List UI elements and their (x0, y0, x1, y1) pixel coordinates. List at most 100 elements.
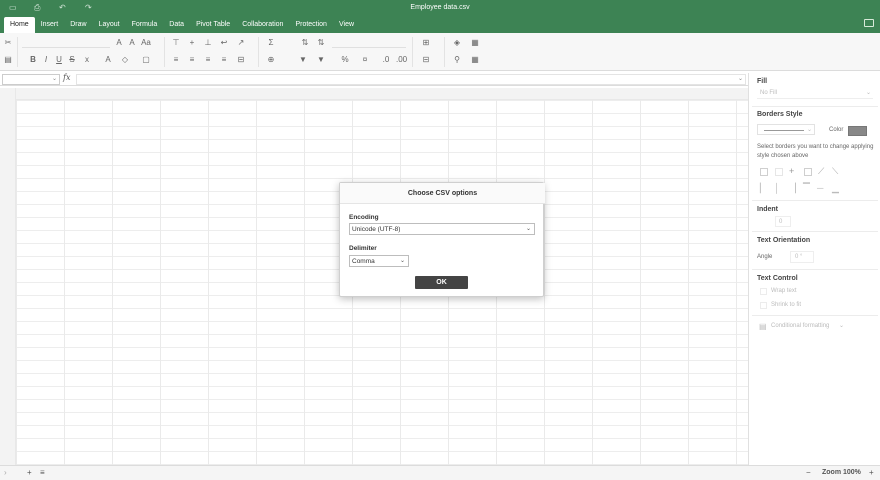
divider (752, 269, 878, 270)
decrease-decimal-icon[interactable]: .0 (381, 55, 391, 65)
expand-formula-icon[interactable]: ⌄ (738, 75, 743, 82)
toggle-sidebar-icon[interactable] (864, 19, 874, 27)
conditional-formatting-button[interactable]: ▤ Conditional formatting ⌄ (757, 321, 857, 332)
clear-icon[interactable]: ◈ (452, 38, 462, 48)
align-center-icon[interactable]: ≡ (187, 55, 197, 65)
function-icon[interactable]: fx (63, 73, 70, 82)
borders-icon[interactable]: ▢ (141, 55, 151, 65)
tab-formula[interactable]: Formula (126, 17, 164, 33)
format-painter-icon[interactable]: ⚲ (452, 55, 462, 65)
dialog-title: Choose CSV options (340, 183, 545, 204)
border-bottom-icon[interactable]: ▁ (832, 183, 839, 194)
borders-hint: Select borders you want to change applyi… (757, 144, 874, 159)
sort-descending-icon[interactable]: ⇅ (316, 38, 326, 48)
align-right-icon[interactable]: ≡ (203, 55, 213, 65)
tab-layout[interactable]: Layout (93, 17, 126, 33)
encoding-select[interactable]: Unicode (UTF-8) ⌄ (349, 223, 535, 235)
percent-icon[interactable]: % (340, 55, 350, 65)
subscript-icon[interactable]: x (82, 55, 92, 65)
sheet-nav-icon[interactable]: › (4, 468, 7, 477)
insert-cells-icon[interactable]: ⊞ (421, 38, 431, 48)
border-top-icon[interactable]: ▔ (803, 183, 810, 194)
align-bottom-icon[interactable]: ⊥ (203, 38, 213, 48)
tab-view[interactable]: View (333, 17, 360, 33)
tab-pivot-table[interactable]: Pivot Table (190, 17, 236, 33)
spreadsheet-app: ▭ ⎙ ↶ ↷ Employee data.csv Home Insert Dr… (0, 0, 880, 480)
insert-function-icon[interactable]: ⊕ (266, 55, 276, 65)
border-outer-icon[interactable] (804, 168, 812, 176)
wrap-text-icon[interactable]: ↩ (219, 38, 229, 48)
underline-icon[interactable]: U (54, 55, 64, 65)
cut-icon[interactable]: ✂ (3, 38, 13, 48)
filter-icon[interactable]: ▼ (298, 55, 308, 65)
border-inner-icon[interactable]: + (789, 166, 794, 176)
border-color-swatch[interactable] (848, 126, 867, 136)
format-table-icon[interactable]: ▦ (470, 38, 480, 48)
toolbar-separator (258, 37, 259, 67)
border-diagonal-down-icon[interactable]: ⟍ (832, 166, 838, 177)
title-bar: ▭ ⎙ ↶ ↷ Employee data.csv (0, 0, 880, 16)
column-headers[interactable] (0, 88, 748, 100)
zoom-in-button[interactable]: + (869, 468, 874, 477)
paste-icon[interactable]: ▤ (3, 55, 13, 65)
delimiter-select[interactable]: Comma ⌄ (349, 255, 409, 267)
indent-title: Indent (757, 206, 778, 213)
align-middle-icon[interactable]: + (187, 38, 197, 48)
wrap-text-checkbox[interactable] (760, 288, 767, 295)
name-box[interactable]: ⌄ (2, 74, 60, 85)
ok-button[interactable]: OK (415, 276, 468, 289)
justify-icon[interactable]: ≡ (219, 55, 229, 65)
tab-protection[interactable]: Protection (289, 17, 333, 33)
border-right-icon[interactable]: ▕ (789, 183, 796, 194)
tab-insert[interactable]: Insert (35, 17, 65, 33)
angle-spinner[interactable]: 0 ° (790, 251, 814, 263)
borders-style-title: Borders Style (757, 111, 803, 118)
chevron-down-icon: ⌄ (399, 258, 405, 264)
tab-collaboration[interactable]: Collaboration (236, 17, 289, 33)
border-diagonal-up-icon[interactable]: ⟋ (818, 166, 824, 177)
increase-decimal-icon[interactable]: .00 (396, 55, 407, 65)
tab-data[interactable]: Data (163, 17, 190, 33)
indent-spinner[interactable]: 0 (775, 216, 791, 227)
named-ranges-icon[interactable]: ▦ (470, 55, 480, 65)
sheet-list-icon[interactable]: ≡ (40, 468, 45, 477)
border-inner-horizontal-icon[interactable]: ─ (817, 183, 823, 193)
tab-draw[interactable]: Draw (64, 17, 92, 33)
delete-cells-icon[interactable]: ⊟ (421, 55, 431, 65)
add-sheet-button[interactable]: + (27, 468, 32, 477)
text-orientation-icon[interactable]: ↗ (236, 38, 246, 48)
align-top-icon[interactable]: ⊤ (171, 38, 181, 48)
tab-home[interactable]: Home (4, 17, 35, 33)
decrease-font-icon[interactable]: A (127, 38, 137, 48)
border-none-icon[interactable] (775, 168, 783, 176)
font-color-icon[interactable]: A (103, 55, 113, 65)
increase-font-icon[interactable]: A (114, 38, 124, 48)
text-case-icon[interactable]: Aa (141, 38, 151, 48)
merge-cells-icon[interactable]: ⊟ (236, 55, 246, 65)
chevron-down-icon[interactable]: ⌄ (52, 75, 57, 82)
bold-icon[interactable]: B (28, 55, 38, 65)
formula-input[interactable]: ⌄ (76, 74, 746, 85)
color-label: Color (829, 127, 844, 133)
sort-ascending-icon[interactable]: ⇅ (300, 38, 310, 48)
border-all-icon[interactable] (760, 168, 768, 176)
clear-filter-icon[interactable]: ▼ (316, 55, 326, 65)
row-headers[interactable] (0, 88, 16, 465)
currency-icon[interactable]: ¤ (360, 55, 370, 65)
sum-icon[interactable]: Σ (266, 38, 276, 48)
wrap-text-label: Wrap text (771, 288, 797, 294)
align-left-icon[interactable]: ≡ (171, 55, 181, 65)
strikethrough-icon[interactable]: S (67, 55, 77, 65)
toolbar-separator (164, 37, 165, 67)
border-line-select[interactable]: ⌄ (757, 124, 815, 135)
fill-select[interactable]: No Fill ⌄ (757, 88, 873, 99)
zoom-out-button[interactable]: − (806, 468, 811, 477)
italic-icon[interactable]: I (41, 55, 51, 65)
fill-color-icon[interactable]: ◇ (120, 55, 130, 65)
border-left-icon[interactable]: ▏ (760, 183, 767, 194)
angle-label: Angle (757, 254, 773, 260)
shrink-to-fit-checkbox[interactable] (760, 302, 767, 309)
number-format-select[interactable] (332, 38, 406, 48)
font-family-select[interactable] (22, 38, 110, 48)
border-inner-vertical-icon[interactable]: │ (774, 183, 780, 193)
